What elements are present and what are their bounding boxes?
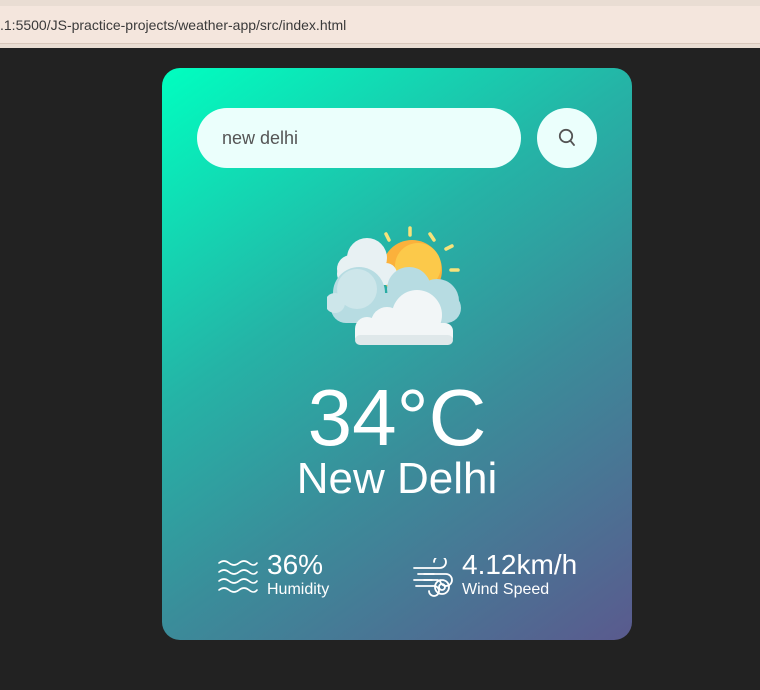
humidity-detail: 36% Humidity [217,550,367,602]
wind-speed-value: 4.12km/h [462,549,578,580]
humidity-label: Humidity [267,581,330,598]
temperature: 34°C [307,373,487,462]
humidity-waves-icon [218,560,258,593]
wind-detail: 4.12km/h Wind Speed [412,550,612,602]
address-bar-url[interactable]: .1:5500/JS-practice-projects/weather-app… [0,17,346,33]
search-icon [558,128,575,146]
wind-speed-label: Wind Speed [462,581,550,598]
humidity-value: 36% [267,549,324,580]
wind-icon [413,558,453,597]
search-button[interactable] [537,108,597,168]
weather-card: 34°C New Delhi 36% Humidity [162,68,632,640]
browser-toolbar: .1:5500/JS-practice-projects/weather-app… [0,0,760,48]
partly-cloudy-icon [327,226,461,345]
search-input[interactable] [197,108,521,168]
city-name: New Delhi [296,454,498,503]
address-bar[interactable]: .1:5500/JS-practice-projects/weather-app… [0,6,760,44]
